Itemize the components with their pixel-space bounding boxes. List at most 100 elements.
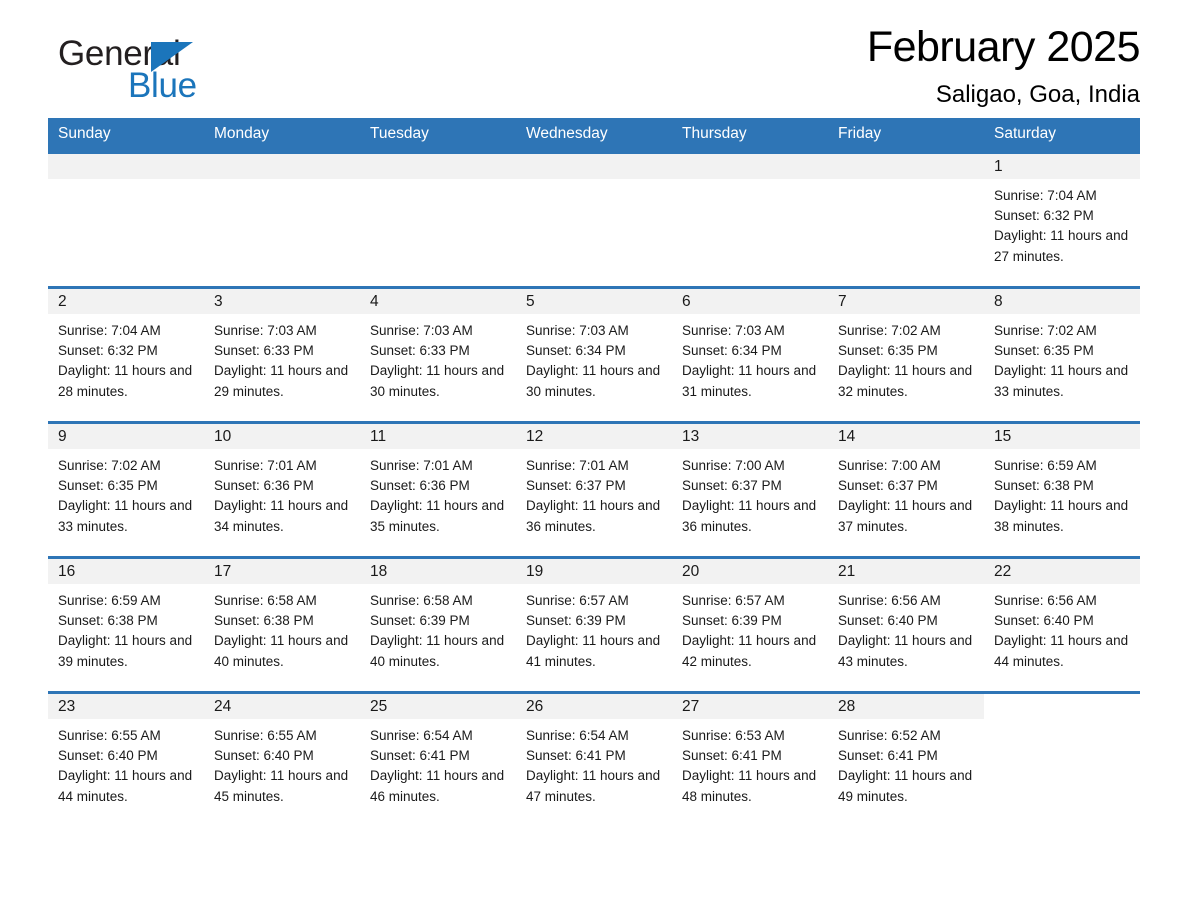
calendar-day-cell[interactable]: 1 Sunrise: 7:04 AM Sunset: 6:32 PM Daylight…	[984, 151, 1140, 288]
weekday-header-tuesday: Tuesday	[360, 118, 516, 153]
calendar-day-cell[interactable]: 3 Sunrise: 7:03 AM Sunset: 6:33 PM Daylight…	[204, 286, 360, 423]
calendar-day-cell[interactable]: 20 Sunrise: 6:57 AM Sunset: 6:39 PM Dayligh…	[672, 556, 828, 693]
sunrise-text: Sunrise: 6:57 AM	[526, 593, 629, 608]
calendar-day-cell[interactable]: 10 Sunrise: 7:01 AM Sunset: 6:36 PM Dayligh…	[204, 421, 360, 558]
calendar-day-cell[interactable]: 15 Sunrise: 6:59 AM Sunset: 6:38 PM Dayligh…	[984, 421, 1140, 558]
day-number: 7	[828, 289, 984, 314]
day-details: Sunrise: 6:54 AM Sunset: 6:41 PM Daylight:…	[516, 719, 672, 807]
sunrise-text: Sunrise: 7:02 AM	[994, 323, 1097, 338]
calendar-day-cell[interactable]: 14 Sunrise: 7:00 AM Sunset: 6:37 PM Dayligh…	[828, 421, 984, 558]
location-subtitle: Saligao, Goa, India	[935, 81, 1140, 108]
calendar-day-cell[interactable]: 12 Sunrise: 7:01 AM Sunset: 6:37 PM Dayligh…	[516, 421, 672, 558]
day-details: Sunrise: 7:00 AM Sunset: 6:37 PM Daylight:…	[828, 449, 984, 537]
day-number: 26	[516, 694, 672, 719]
sunrise-text: Sunrise: 7:02 AM	[58, 458, 161, 473]
calendar-day-cell[interactable]: 24 Sunrise: 6:55 AM Sunset: 6:40 PM Dayligh…	[204, 691, 360, 826]
calendar-day-cell[interactable]: 9 Sunrise: 7:02 AM Sunset: 6:35 PM Daylight…	[48, 421, 204, 558]
daylight-text: Daylight: 11 hours and 48 minutes.	[682, 768, 817, 804]
calendar-day-cell-empty	[828, 151, 984, 288]
day-details: Sunrise: 6:59 AM Sunset: 6:38 PM Daylight:…	[48, 584, 204, 672]
day-number: 8	[984, 289, 1140, 314]
calendar-day-cell[interactable]: 16 Sunrise: 6:59 AM Sunset: 6:38 PM Dayligh…	[48, 556, 204, 693]
day-details: Sunrise: 7:03 AM Sunset: 6:33 PM Daylight:…	[360, 314, 516, 402]
daylight-text: Daylight: 11 hours and 49 minutes.	[838, 768, 973, 804]
sunset-text: Sunset: 6:41 PM	[370, 748, 470, 764]
day-details: Sunrise: 6:58 AM Sunset: 6:38 PM Daylight:…	[204, 584, 360, 672]
calendar-day-cell[interactable]: 25 Sunrise: 6:54 AM Sunset: 6:41 PM Dayligh…	[360, 691, 516, 826]
sunrise-text: Sunrise: 7:00 AM	[682, 458, 785, 473]
day-details: Sunrise: 6:55 AM Sunset: 6:40 PM Daylight:…	[204, 719, 360, 807]
day-details: Sunrise: 6:58 AM Sunset: 6:39 PM Daylight:…	[360, 584, 516, 672]
day-number: 17	[204, 559, 360, 584]
sunrise-text: Sunrise: 6:59 AM	[994, 458, 1097, 473]
calendar-day-cell[interactable]: 6 Sunrise: 7:03 AM Sunset: 6:34 PM Daylight…	[672, 286, 828, 423]
calendar-day-cell[interactable]: 28 Sunrise: 6:52 AM Sunset: 6:41 PM Dayligh…	[828, 691, 984, 826]
sunset-text: Sunset: 6:40 PM	[838, 613, 938, 629]
day-details: Sunrise: 7:03 AM Sunset: 6:33 PM Daylight:…	[204, 314, 360, 402]
calendar-day-cell[interactable]: 23 Sunrise: 6:55 AM Sunset: 6:40 PM Dayligh…	[48, 691, 204, 826]
day-number: 25	[360, 694, 516, 719]
day-details: Sunrise: 6:53 AM Sunset: 6:41 PM Daylight:…	[672, 719, 828, 807]
day-number	[360, 154, 516, 179]
calendar-day-cell[interactable]: 27 Sunrise: 6:53 AM Sunset: 6:41 PM Dayligh…	[672, 691, 828, 826]
sunset-text: Sunset: 6:38 PM	[994, 478, 1094, 494]
calendar-day-cell[interactable]: 19 Sunrise: 6:57 AM Sunset: 6:39 PM Dayligh…	[516, 556, 672, 693]
day-number: 2	[48, 289, 204, 314]
day-details: Sunrise: 6:55 AM Sunset: 6:40 PM Daylight:…	[48, 719, 204, 807]
calendar-day-cell[interactable]: 4 Sunrise: 7:03 AM Sunset: 6:33 PM Daylight…	[360, 286, 516, 423]
sunrise-text: Sunrise: 6:59 AM	[58, 593, 161, 608]
sunrise-text: Sunrise: 6:54 AM	[370, 728, 473, 743]
calendar-day-cell[interactable]: 13 Sunrise: 7:00 AM Sunset: 6:37 PM Dayligh…	[672, 421, 828, 558]
calendar-day-cell[interactable]: 7 Sunrise: 7:02 AM Sunset: 6:35 PM Daylight…	[828, 286, 984, 423]
calendar-body: 1 Sunrise: 7:04 AM Sunset: 6:32 PM Daylight…	[48, 151, 1140, 826]
sunrise-text: Sunrise: 7:01 AM	[526, 458, 629, 473]
day-details: Sunrise: 7:01 AM Sunset: 6:36 PM Daylight:…	[204, 449, 360, 537]
calendar-day-cell[interactable]: 26 Sunrise: 6:54 AM Sunset: 6:41 PM Dayligh…	[516, 691, 672, 826]
weekday-header-monday: Monday	[204, 118, 360, 153]
daylight-text: Daylight: 11 hours and 36 minutes.	[682, 498, 817, 534]
sunset-text: Sunset: 6:35 PM	[58, 478, 158, 494]
calendar-day-cell-empty	[984, 691, 1140, 826]
calendar-day-cell[interactable]: 5 Sunrise: 7:03 AM Sunset: 6:34 PM Daylight…	[516, 286, 672, 423]
calendar-week-row: 16 Sunrise: 6:59 AM Sunset: 6:38 PM Dayligh…	[48, 556, 1140, 693]
calendar-day-cell[interactable]: 11 Sunrise: 7:01 AM Sunset: 6:36 PM Dayligh…	[360, 421, 516, 558]
sunset-text: Sunset: 6:41 PM	[838, 748, 938, 764]
day-details: Sunrise: 7:01 AM Sunset: 6:36 PM Daylight:…	[360, 449, 516, 537]
day-details: Sunrise: 6:59 AM Sunset: 6:38 PM Daylight:…	[984, 449, 1140, 537]
sunset-text: Sunset: 6:35 PM	[838, 343, 938, 359]
page-header: General Blue February 2025 Saligao, Goa,…	[48, 0, 1141, 108]
calendar-day-cell-empty	[672, 151, 828, 288]
day-details: Sunrise: 6:57 AM Sunset: 6:39 PM Daylight:…	[516, 584, 672, 672]
day-details: Sunrise: 7:00 AM Sunset: 6:37 PM Daylight:…	[672, 449, 828, 537]
day-details: Sunrise: 6:56 AM Sunset: 6:40 PM Daylight:…	[828, 584, 984, 672]
daylight-text: Daylight: 11 hours and 27 minutes.	[994, 228, 1129, 264]
calendar-day-cell[interactable]: 22 Sunrise: 6:56 AM Sunset: 6:40 PM Dayligh…	[984, 556, 1140, 693]
calendar-day-cell[interactable]: 8 Sunrise: 7:02 AM Sunset: 6:35 PM Daylight…	[984, 286, 1140, 423]
daylight-text: Daylight: 11 hours and 33 minutes.	[58, 498, 193, 534]
sunrise-text: Sunrise: 7:04 AM	[58, 323, 161, 338]
sunset-text: Sunset: 6:33 PM	[214, 343, 314, 359]
sunset-text: Sunset: 6:40 PM	[214, 748, 314, 764]
calendar-day-cell[interactable]: 21 Sunrise: 6:56 AM Sunset: 6:40 PM Dayligh…	[828, 556, 984, 693]
day-number: 14	[828, 424, 984, 449]
day-details: Sunrise: 7:01 AM Sunset: 6:37 PM Daylight:…	[516, 449, 672, 537]
sunset-text: Sunset: 6:39 PM	[526, 613, 626, 629]
day-details: Sunrise: 7:02 AM Sunset: 6:35 PM Daylight:…	[984, 314, 1140, 402]
sunset-text: Sunset: 6:36 PM	[214, 478, 314, 494]
daylight-text: Daylight: 11 hours and 44 minutes.	[58, 768, 193, 804]
sunrise-text: Sunrise: 7:01 AM	[214, 458, 317, 473]
calendar-day-cell[interactable]: 18 Sunrise: 6:58 AM Sunset: 6:39 PM Dayligh…	[360, 556, 516, 693]
day-number: 28	[828, 694, 984, 719]
calendar-day-cell[interactable]: 17 Sunrise: 6:58 AM Sunset: 6:38 PM Dayligh…	[204, 556, 360, 693]
general-blue-logo[interactable]: General Blue	[48, 36, 348, 106]
daylight-text: Daylight: 11 hours and 40 minutes.	[370, 633, 505, 669]
sunset-text: Sunset: 6:39 PM	[682, 613, 782, 629]
day-number: 18	[360, 559, 516, 584]
logo-text-blue: Blue	[128, 66, 197, 105]
day-number: 5	[516, 289, 672, 314]
day-number: 11	[360, 424, 516, 449]
sunrise-text: Sunrise: 6:58 AM	[214, 593, 317, 608]
calendar-day-cell[interactable]: 2 Sunrise: 7:04 AM Sunset: 6:32 PM Daylight…	[48, 286, 204, 423]
calendar-week-row: 23 Sunrise: 6:55 AM Sunset: 6:40 PM Dayligh…	[48, 691, 1140, 826]
calendar-day-cell-empty	[360, 151, 516, 288]
